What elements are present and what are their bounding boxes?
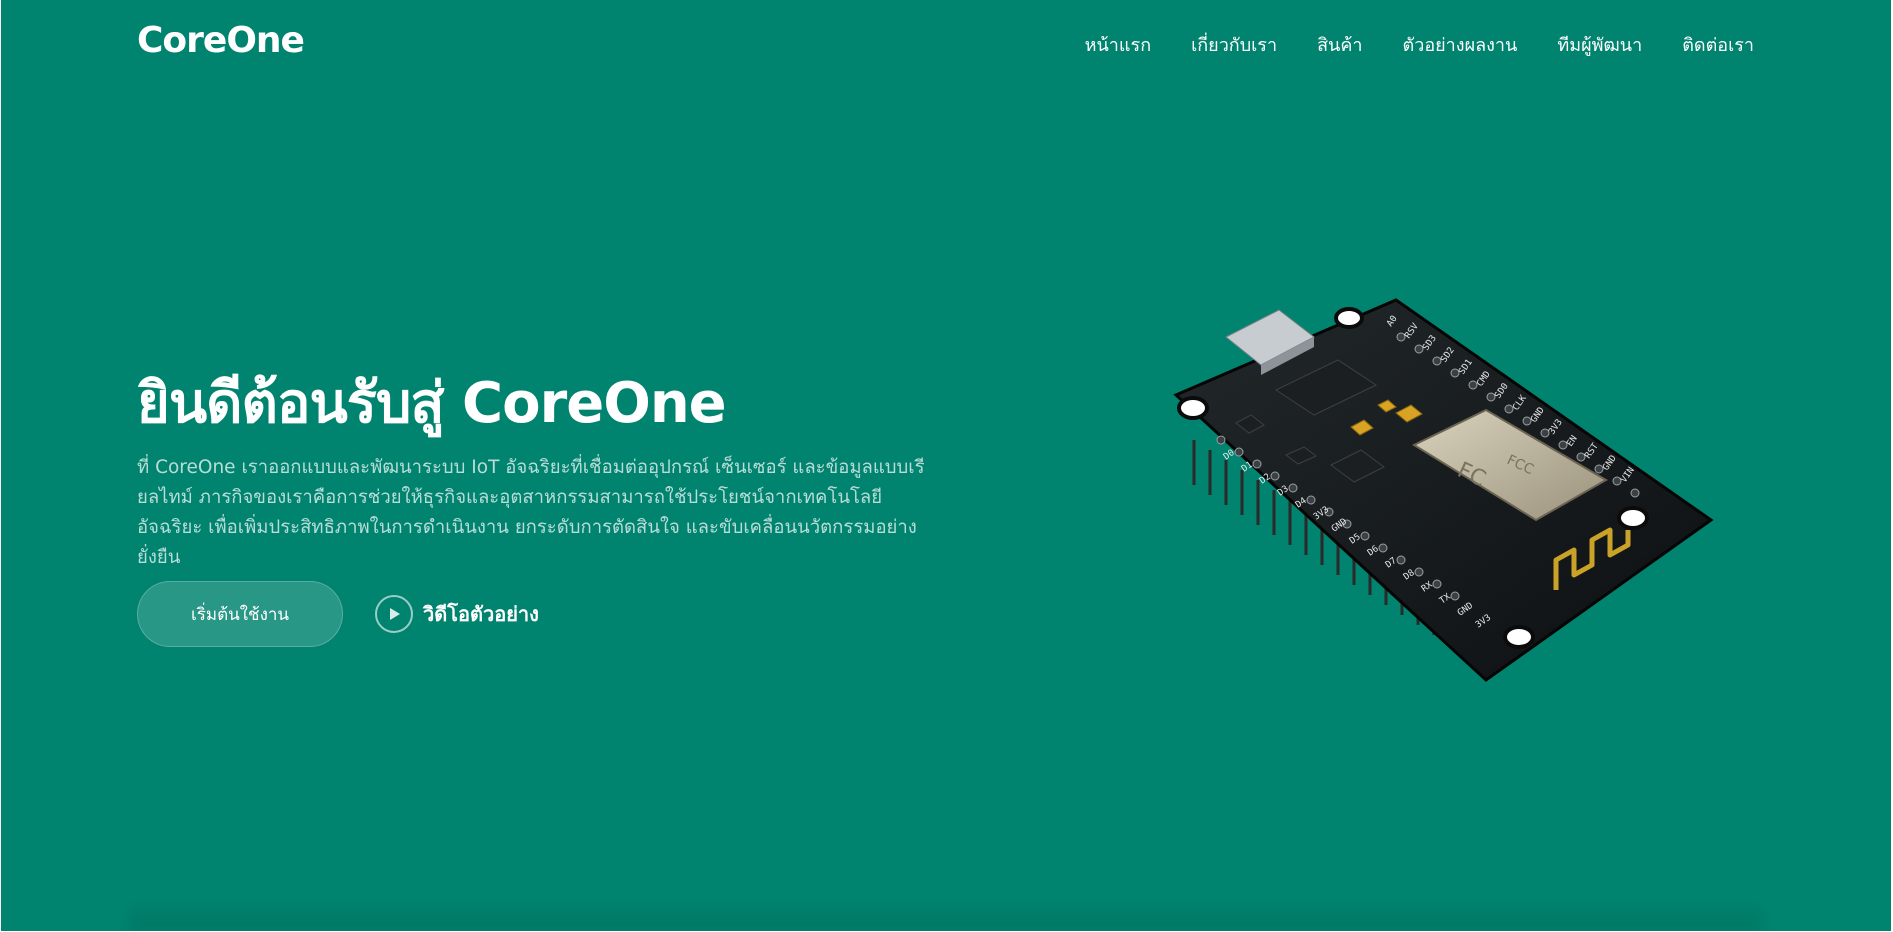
hero-actions: เริ่มต้นใช้งาน วิดีโอตัวอย่าง <box>137 581 539 647</box>
sample-video-label[interactable]: วิดีโอตัวอย่าง <box>423 598 539 630</box>
nav-item-portfolio[interactable]: ตัวอย่างผลงาน <box>1403 30 1518 59</box>
nav-item-home[interactable]: หน้าแรก <box>1085 30 1151 59</box>
sample-video-link[interactable]: วิดีโอตัวอย่าง <box>375 595 539 633</box>
nav-item-about[interactable]: เกี่ยวกับเรา <box>1191 30 1277 59</box>
iot-board-illustration: FC FCC A0 RSV SD3 SD2 SD1 CMD SD0 CLK GN… <box>1173 298 1714 682</box>
hero-description: ที่ CoreOne เราออกแบบและพัฒนาระบบ IoT อั… <box>137 457 925 568</box>
hero-section: CoreOne หน้าแรก เกี่ยวกับเรา สินค้า ตัวอ… <box>1 0 1891 931</box>
get-started-button[interactable]: เริ่มต้นใช้งาน <box>137 581 343 647</box>
nav-item-products[interactable]: สินค้า <box>1317 30 1362 59</box>
section-bottom-shadow <box>131 905 1761 931</box>
top-navbar: CoreOne หน้าแรก เกี่ยวกับเรา สินค้า ตัวอ… <box>1 0 1891 92</box>
main-nav: หน้าแรก เกี่ยวกับเรา สินค้า ตัวอย่างผลงา… <box>1085 30 1754 59</box>
brand-logo[interactable]: CoreOne <box>137 20 305 61</box>
nav-item-contact[interactable]: ติดต่อเรา <box>1682 30 1754 59</box>
hero-title: ยินดีต้อนรับสู่ CoreOne <box>137 371 727 436</box>
nav-item-team[interactable]: ทีมผู้พัฒนา <box>1557 30 1642 59</box>
play-icon[interactable] <box>375 595 413 633</box>
